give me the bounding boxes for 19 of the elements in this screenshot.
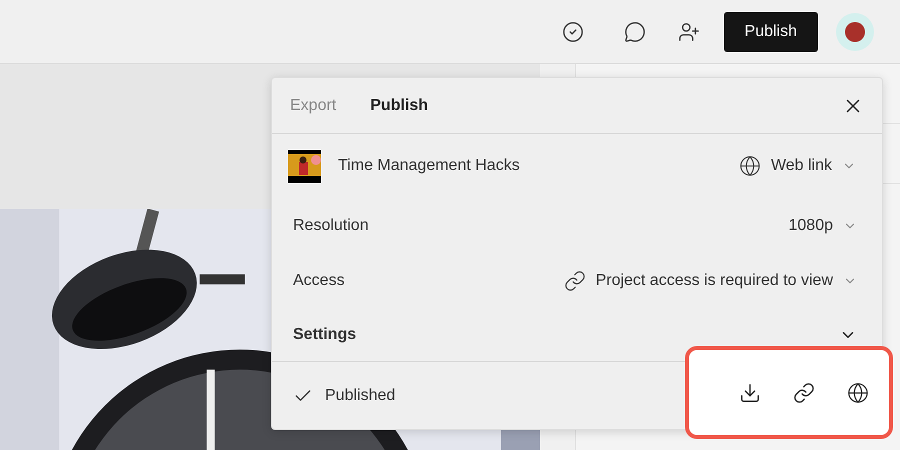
add-user-icon[interactable] (678, 20, 700, 42)
globe-icon[interactable] (847, 382, 869, 404)
dialog-tab[interactable]: Publish (370, 94, 428, 118)
check-circle-icon[interactable] (562, 20, 584, 42)
link-icon (564, 270, 586, 292)
download-icon[interactable] (739, 382, 761, 404)
destination-dropdown[interactable]: Web link (738, 154, 866, 178)
globe-icon (738, 155, 761, 177)
publish-button[interactable]: Publish (724, 12, 818, 52)
link-icon[interactable] (793, 382, 815, 404)
comment-icon[interactable] (624, 20, 646, 42)
row-dropdown[interactable]: Project access is required to view (564, 268, 861, 292)
row-label: Resolution (293, 216, 369, 236)
video-title: Time Management Hacks (338, 156, 520, 176)
status-text: Published (325, 386, 396, 406)
row-label: Access (293, 270, 345, 290)
row-dropdown[interactable]: 1080p (788, 214, 861, 238)
settings-toggle[interactable]: Settings (293, 322, 356, 346)
avatar[interactable] (836, 12, 874, 50)
